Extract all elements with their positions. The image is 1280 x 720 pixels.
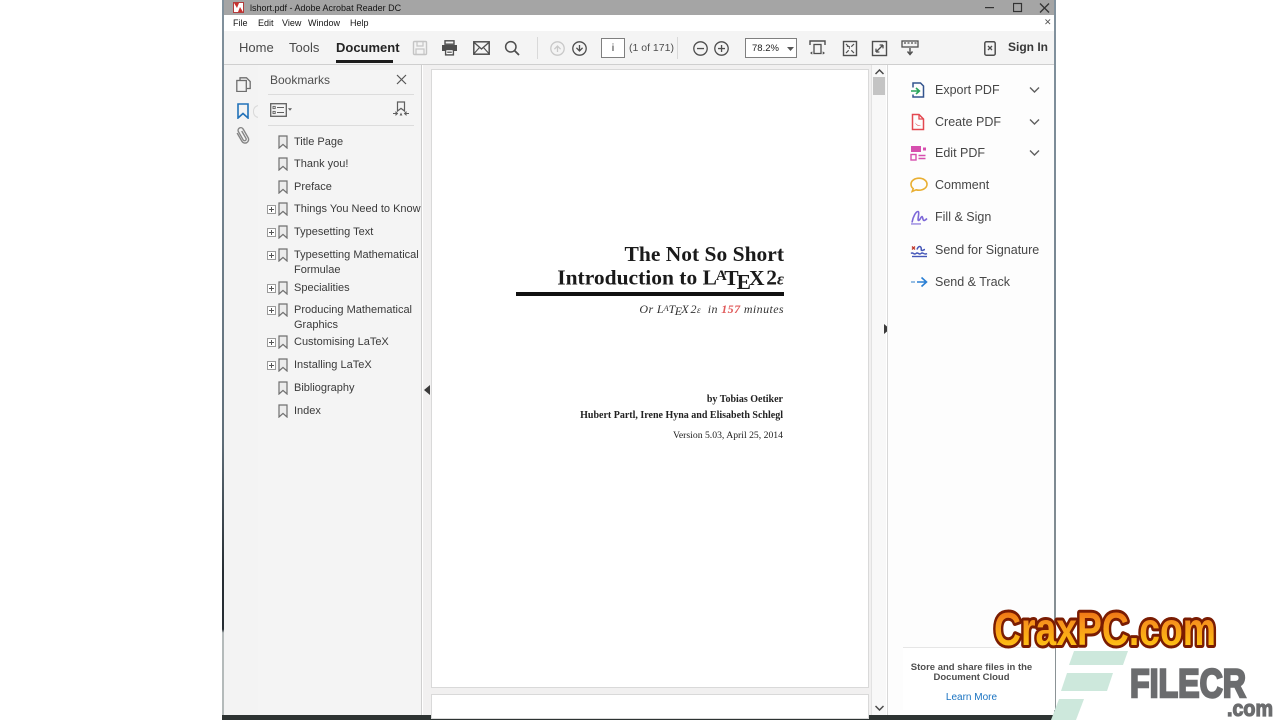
svg-text:.com: .com (1227, 696, 1273, 720)
